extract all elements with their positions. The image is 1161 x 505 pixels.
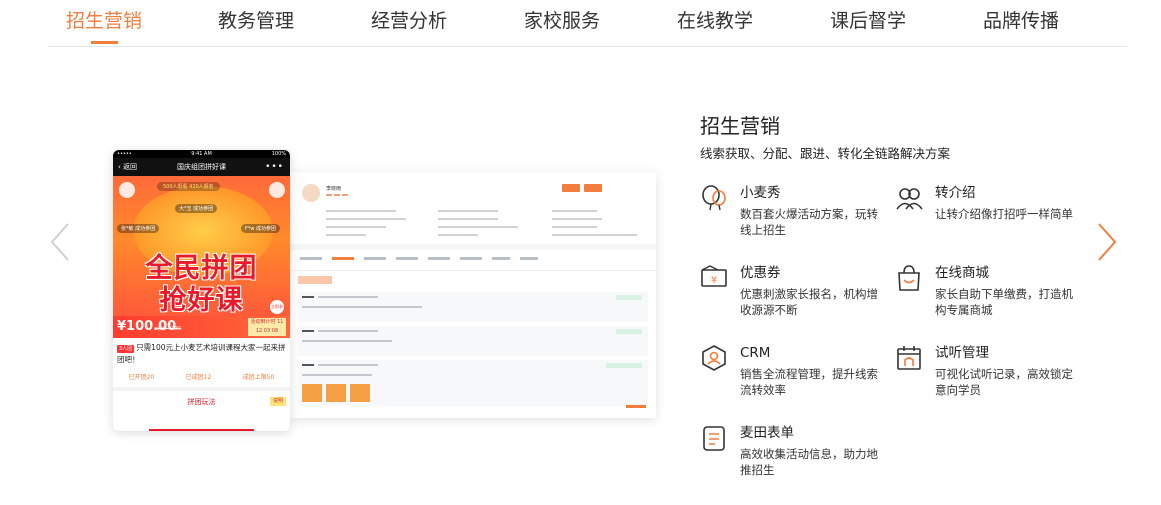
coupon-icon: ¥	[701, 265, 727, 287]
follow-up-record	[298, 326, 648, 356]
countdown: 活动倒计时 11 12 03 08	[248, 318, 286, 336]
group-rules: 拼团玩法 说明	[113, 391, 290, 413]
svg-text:¥: ¥	[711, 275, 717, 286]
profile-action-button	[562, 184, 580, 192]
shopping-bag-icon	[898, 265, 920, 291]
group-description: 3人团 只需100元上小麦艺术培训课程大家一起来拼团吧！	[117, 343, 286, 364]
chevron-right-icon	[1098, 223, 1117, 261]
group-stats: 已开团20 已成团12 成团上限50	[113, 366, 290, 391]
profile-action-button	[584, 184, 602, 192]
tab-after-school-supervision[interactable]: 课后督学	[830, 6, 906, 33]
form-icon	[703, 426, 725, 451]
feature-trial-management[interactable]: 试听管理 可视化试听记录，高效锁定意向学员	[895, 344, 1085, 404]
feature-coupon[interactable]: ¥ 优惠券 优惠刺激家长报名，机构增收源源不断	[700, 264, 890, 324]
feature-online-mall[interactable]: 在线商城 家长自助下单缴费，打造机构专属商城	[895, 264, 1085, 324]
referral-icon	[896, 188, 923, 210]
original-price: 原价 ¥180	[157, 326, 182, 332]
feature-crm[interactable]: CRM 销售全流程管理，提升线索流转效率	[700, 344, 890, 404]
group-buy-phone-mockup: ••••• 9:41 AM 100% ‹ 返回 国庆组团拼好课 ••• 500人…	[113, 150, 290, 431]
tab-business-analysis[interactable]: 经营分析	[371, 6, 447, 33]
tab-online-teaching[interactable]: 在线教学	[677, 6, 753, 33]
banner-headline: 抢好课	[159, 285, 244, 316]
group-buy-banner: 500人逛看 420人报名 大*玉 成功参团 张*敏 成功参团 F*w 成功参团…	[113, 176, 290, 316]
crm-icon	[702, 345, 726, 371]
balloon-icon	[702, 185, 726, 211]
carousel-next-arrow[interactable]	[1095, 222, 1119, 262]
feature-maitian-form[interactable]: 麦田表单 高效收集活动信息，助力地推招生	[700, 424, 890, 484]
active-tab-underline	[91, 41, 118, 44]
feature-xiaomaixiu[interactable]: 小麦秀 数百套火爆活动方案，玩转线上招生	[700, 184, 890, 244]
feature-referral[interactable]: 转介绍 让转介绍像打招呼一样简单	[895, 184, 1085, 244]
carousel-prev-arrow[interactable]	[48, 222, 72, 262]
calendar-icon	[897, 346, 921, 370]
chevron-left-icon	[50, 223, 69, 261]
phone-call-icon	[269, 182, 285, 198]
avatar	[302, 184, 320, 202]
student-tags	[326, 194, 348, 196]
tab-brand-communication[interactable]: 品牌传播	[983, 6, 1059, 33]
section-subtitle: 线索获取、分配、跟进、转化全链路解决方案	[700, 146, 951, 161]
tab-recruitment-marketing[interactable]: 招生营销	[66, 6, 142, 33]
more-icon: •••	[265, 162, 284, 172]
add-record-button	[298, 276, 332, 284]
tab-home-school-service[interactable]: 家校服务	[524, 6, 600, 33]
student-profile-header: 李晓雨	[290, 172, 656, 250]
crm-desktop-mockup: 李晓雨	[290, 172, 656, 418]
phone-page-title: 国庆组团拼好课	[177, 163, 226, 171]
tab-academic-management[interactable]: 教务管理	[218, 6, 294, 33]
top-tab-bar: 招生营销 教务管理 经营分析 家校服务 在线教学 课后督学 品牌传播	[48, 0, 1127, 47]
section-title: 招生营销	[700, 114, 780, 138]
record-tabs	[290, 250, 656, 271]
phone-nav-bar: ‹ 返回 国庆组团拼好课 •••	[113, 158, 290, 176]
student-name: 李晓雨	[326, 186, 342, 192]
price-bar: ¥100.00 原价 ¥180 活动倒计时 11 12 03 08	[113, 316, 290, 338]
music-icon	[119, 182, 135, 198]
follow-up-record	[298, 292, 648, 322]
phone-status-bar: ••••• 9:41 AM 100%	[113, 150, 290, 158]
